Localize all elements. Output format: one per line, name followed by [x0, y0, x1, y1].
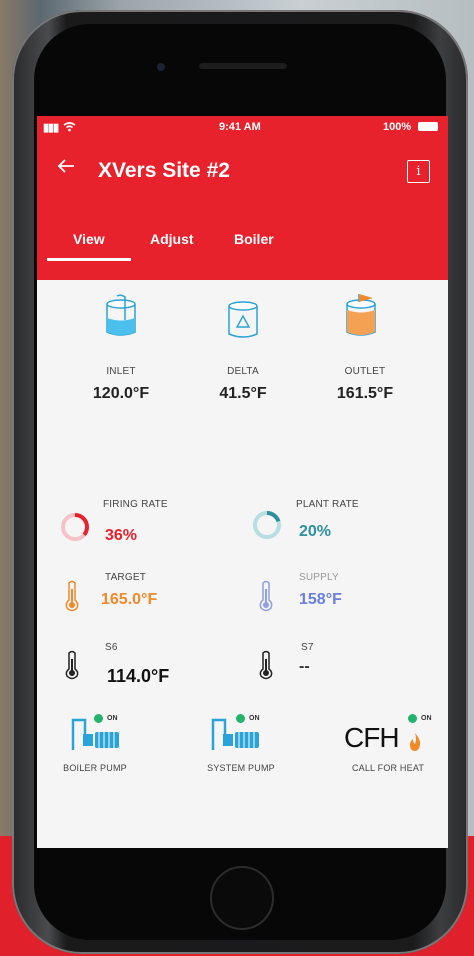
- delta-label: DELTA: [227, 366, 259, 377]
- info-button[interactable]: i: [407, 160, 430, 183]
- tab-bar: View Adjust Boiler: [37, 210, 448, 278]
- plant-rate-value: 20%: [299, 523, 332, 540]
- plant-rate-ring: [253, 511, 281, 539]
- outlet-value: 161.5°F: [336, 385, 394, 402]
- s7-value: --: [299, 658, 310, 675]
- firing-rate-value: 36%: [105, 527, 138, 544]
- tank-outlet-icon: [346, 294, 376, 336]
- plant-rate-label: PLANT RATE: [296, 499, 359, 510]
- supply-label: SUPPLY: [299, 572, 339, 583]
- boiler-pump-label: BOILER PUMP: [63, 763, 127, 773]
- tab-view[interactable]: View: [73, 231, 105, 247]
- tank-inlet-icon: [106, 294, 136, 336]
- battery-icon: [418, 122, 438, 131]
- battery-percent: 100%: [383, 121, 412, 133]
- delta-value: 41.5°F: [219, 385, 267, 402]
- target-value: 165.0°F: [101, 591, 158, 608]
- thermometer-s7-icon: [259, 650, 273, 680]
- tab-adjust[interactable]: Adjust: [150, 231, 194, 247]
- home-button[interactable]: [210, 866, 274, 930]
- page-title: XVers Site #2: [98, 159, 230, 182]
- thermometer-s6-icon: [65, 650, 79, 680]
- outlet-label: OUTLET: [344, 366, 386, 377]
- inlet-label: INLET: [106, 366, 136, 377]
- signal-icon: ▮▮▮: [43, 122, 59, 134]
- tank-delta-icon: [228, 301, 258, 338]
- firing-rate-label: FIRING RATE: [103, 499, 168, 510]
- boiler-pump-status: ON: [107, 715, 118, 722]
- app-screen: ▮▮▮ 9:41 AM 100% XVers Site #2 i View Ad…: [37, 116, 448, 848]
- back-arrow-icon[interactable]: [56, 156, 80, 184]
- flame-icon: [410, 733, 421, 751]
- system-pump-status: ON: [249, 715, 260, 722]
- status-time: 9:41 AM: [219, 121, 261, 133]
- camera-icon: [157, 63, 165, 71]
- thermometer-target-icon: [65, 580, 79, 612]
- speaker-grille: [199, 63, 287, 69]
- system-pump-status-dot: [236, 714, 245, 723]
- s6-label: S6: [105, 642, 118, 653]
- wifi-icon: [63, 122, 76, 132]
- s6-value: 114.0°F: [107, 666, 170, 686]
- target-label: TARGET: [105, 572, 147, 583]
- supply-value: 158°F: [299, 591, 342, 608]
- system-pump-label: SYSTEM PUMP: [207, 763, 275, 773]
- active-tab-indicator: [47, 258, 131, 261]
- inlet-value: 120.0°F: [92, 385, 150, 402]
- boiler-pump-status-dot: [94, 714, 103, 723]
- thermometer-supply-icon: [259, 580, 273, 612]
- tab-boiler[interactable]: Boiler: [234, 231, 274, 247]
- cfh-status: ON: [421, 715, 432, 722]
- call-for-heat-label: CALL FOR HEAT: [351, 763, 425, 773]
- cfh-text: CFH: [344, 722, 400, 753]
- firing-rate-ring: [61, 513, 89, 541]
- cfh-status-dot: [408, 714, 417, 723]
- s7-label: S7: [301, 642, 314, 653]
